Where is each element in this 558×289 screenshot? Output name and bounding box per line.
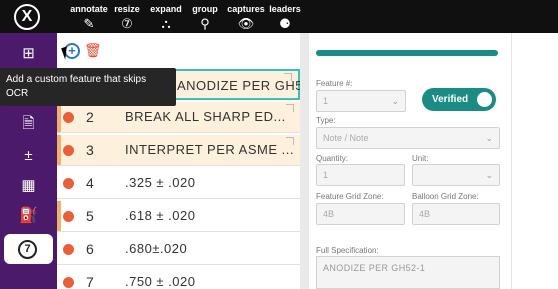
feature-text: INTERPRET PER ASME ... <box>125 142 294 157</box>
feature-number-label: Feature #: <box>316 79 353 88</box>
feature-text: .680±.020 <box>125 241 188 256</box>
balloon-grid-zone-label: Balloon Grid Zone: <box>412 192 479 201</box>
feature-number-select[interactable]: 1 ⌄ <box>316 90 406 112</box>
page-fold-icon <box>286 104 294 112</box>
right-margin <box>512 33 558 289</box>
table-icon[interactable]: ▦ <box>0 173 57 199</box>
feature-number: 2 <box>86 109 94 125</box>
type-label: Type: <box>316 116 336 125</box>
quantity-label: Quantity: <box>316 154 349 163</box>
leaders-tool-button[interactable]: leaders ⚈ <box>262 3 308 32</box>
full-specification-label: Full Specification: <box>316 246 379 255</box>
group-icon: ⚲ <box>200 16 210 31</box>
feature-grid-zone-label: Feature Grid Zone: <box>316 192 384 201</box>
feature-number: 7 <box>86 274 94 289</box>
balloon-grid-zone-value: 4B <box>419 209 431 219</box>
group-tool-button[interactable]: group ⚲ <box>182 3 228 32</box>
quantity-value: 1 <box>323 170 329 180</box>
add-feature-tooltip: Add a custom feature that skips OCR <box>0 68 176 106</box>
unit-label: Unit: <box>412 154 429 163</box>
verified-label: Verified <box>432 94 469 105</box>
trash-icon[interactable]: 🗑 <box>84 41 102 59</box>
top-toolbar: X annotate ✎ resize ⑦ expand ⛬ group ⚲ c… <box>0 0 558 33</box>
unit-select[interactable]: ⌄ <box>412 164 500 186</box>
list-item[interactable]: 7 .750 ± .020 <box>57 267 300 289</box>
feature-grid-zone-field[interactable]: 4B <box>316 203 405 225</box>
balloon-icon: 7 <box>18 240 37 259</box>
feature-text: BREAK ALL SHARP ED... <box>125 109 286 124</box>
list-item[interactable]: 5 .618 ± .020 <box>57 201 300 232</box>
row-stripe <box>57 201 61 231</box>
status-dot <box>63 112 74 123</box>
feature-text: .750 ± .020 <box>125 274 196 289</box>
progress-bar <box>316 50 498 56</box>
full-specification-textarea[interactable]: ANODIZE PER GH52-1 <box>316 256 500 289</box>
app-logo-icon[interactable]: X <box>14 4 40 30</box>
leaders-icon: ⚈ <box>279 16 291 31</box>
verified-toggle[interactable]: Verified <box>422 88 496 111</box>
feature-text: .618 ± .020 <box>125 208 196 223</box>
toggle-knob <box>477 92 492 107</box>
feature-number-value: 1 <box>323 96 329 106</box>
feature-text: ANODIZE PER GH52-1 <box>177 78 300 93</box>
document-icon[interactable]: 🗎 <box>0 111 57 137</box>
leaders-label: leaders <box>269 4 301 14</box>
list-item[interactable]: 3 INTERPRET PER ASME ... <box>57 135 300 166</box>
sidebar-item-balloons[interactable]: 7 <box>4 234 53 264</box>
fill-icon[interactable]: ⛽ <box>0 203 57 229</box>
status-dot <box>63 211 74 222</box>
list-item[interactable]: 6 .680±.020 <box>57 234 300 265</box>
feature-details-panel: Feature #: 1 ⌄ Verified Type: Note / Not… <box>309 33 512 289</box>
status-dot <box>63 244 74 255</box>
chevron-down-icon: ⌄ <box>485 133 493 143</box>
type-select[interactable]: Note / Note ⌄ <box>316 127 500 149</box>
tolerance-icon[interactable]: ± <box>0 143 57 169</box>
row-stripe <box>57 135 61 165</box>
type-value: Note / Note <box>323 133 369 143</box>
feature-number: 6 <box>86 241 94 257</box>
feature-list-toolbar: + 🗑 <box>57 33 300 69</box>
panel-divider[interactable] <box>300 33 309 289</box>
group-label: group <box>192 4 218 14</box>
feature-text: .325 ± .020 <box>125 175 196 190</box>
feature-number: 5 <box>86 208 94 224</box>
chevron-down-icon: ⌄ <box>391 96 399 106</box>
progress-fill <box>316 50 498 56</box>
status-dot <box>63 277 74 288</box>
quantity-field[interactable]: 1 <box>316 164 405 186</box>
feature-number: 3 <box>86 142 94 158</box>
page-fold-icon <box>284 73 292 81</box>
page-fold-icon <box>286 137 294 145</box>
feature-grid-zone-value: 4B <box>323 209 335 219</box>
row-stripe <box>57 102 61 132</box>
grid-add-icon[interactable]: ⊞ <box>0 41 57 67</box>
balloon-grid-zone-field[interactable]: 4B <box>412 203 500 225</box>
status-dot <box>63 178 74 189</box>
list-item[interactable]: 2 BREAK ALL SHARP ED... <box>57 102 300 133</box>
chevron-down-icon: ⌄ <box>485 170 493 180</box>
list-item[interactable]: 4 .325 ± .020 <box>57 168 300 199</box>
feature-number: 4 <box>86 175 94 191</box>
status-dot <box>63 145 74 156</box>
